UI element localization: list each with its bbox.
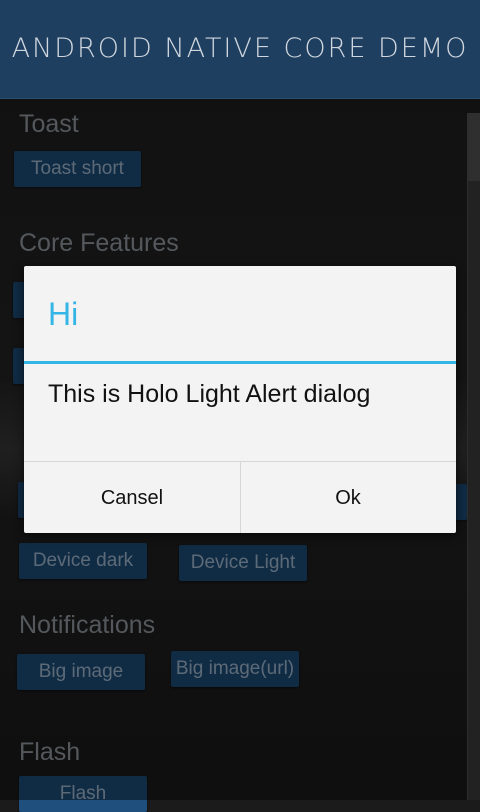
app-title: Android Native Core Demo (11, 33, 469, 64)
alert-dialog: Hi This is Holo Light Alert dialog Canse… (24, 266, 456, 533)
dialog-message: This is Holo Light Alert dialog (48, 380, 371, 408)
app-header: Android Native Core Demo (0, 0, 480, 99)
ok-button[interactable]: Ok (240, 462, 456, 533)
dialog-title-divider (24, 361, 456, 364)
dialog-button-bar: Cansel Ok (24, 461, 456, 533)
cancel-button[interactable]: Cansel (24, 462, 241, 533)
dialog-title: Hi (48, 296, 79, 332)
